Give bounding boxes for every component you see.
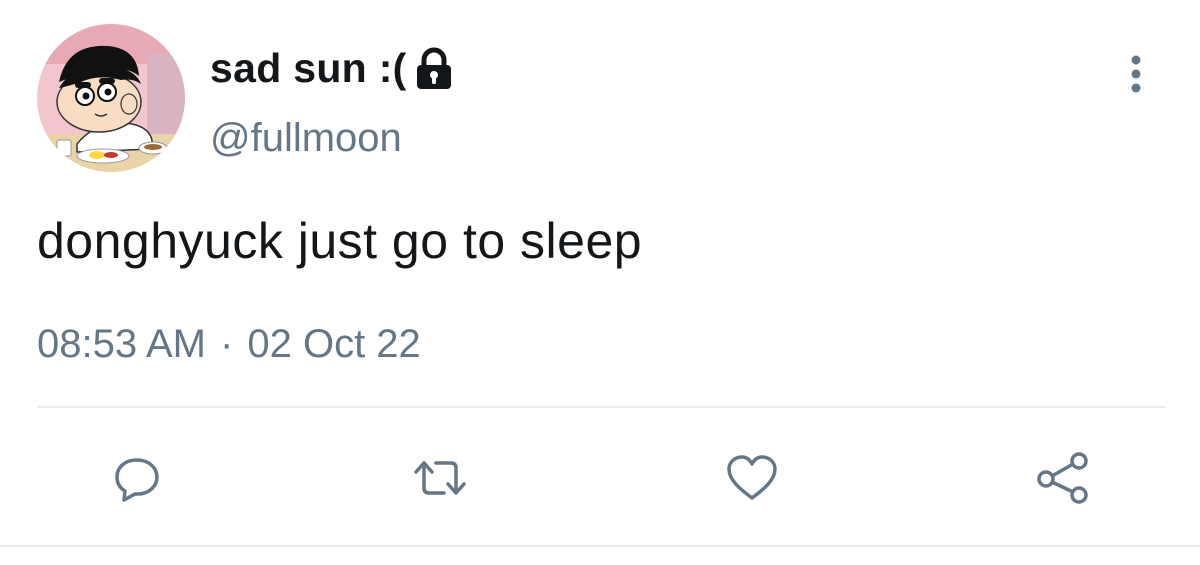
timestamp-separator: · [220,322,234,366]
share-button[interactable] [1033,448,1093,508]
tweet-time: 08:53 AM [37,322,207,366]
reply-button[interactable] [107,448,167,508]
divider [37,406,1165,408]
reply-icon [111,452,163,504]
tweet-text: donghyuck just go to sleep [37,213,643,269]
heart-icon [724,452,780,504]
lock-icon [413,46,455,90]
share-icon [1034,449,1092,507]
retweet-button[interactable] [410,448,470,508]
user-handle[interactable]: @fullmoon [210,116,402,161]
tweet-timestamp[interactable]: 08:53 AM · 02 Oct 22 [37,322,421,367]
like-button[interactable] [722,448,782,508]
name-row: sad sun :( [210,40,455,96]
more-vertical-icon[interactable] [1124,50,1148,98]
divider-bottom [0,545,1200,547]
tweet-date: 02 Oct 22 [247,322,421,366]
tweet-card: sad sun :( @fullmoon donghyuck just go t… [0,0,1200,565]
avatar[interactable] [37,24,185,172]
retweet-icon [410,452,470,504]
display-name[interactable]: sad sun :( [210,45,407,92]
